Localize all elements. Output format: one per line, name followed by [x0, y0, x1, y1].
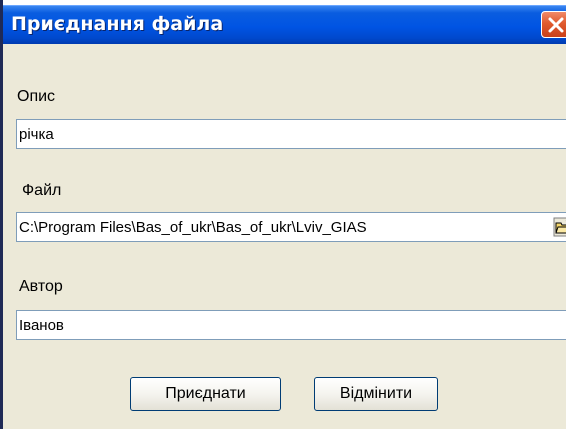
author-label: Автор	[19, 278, 63, 295]
file-label: Файл	[22, 182, 62, 199]
title-bar[interactable]: Приєднання файла	[3, 5, 566, 44]
file-path-field[interactable]: C:\Program Files\Bas_of_ukr\Bas_of_ukr\L…	[16, 212, 566, 242]
author-field[interactable]: Іванов	[16, 310, 566, 340]
attach-file-dialog: Приєднання файла Опис річка Файл C:\Prog…	[3, 5, 566, 429]
close-button[interactable]	[541, 11, 566, 38]
author-value: Іванов	[19, 317, 64, 334]
dialog-title: Приєднання файла	[11, 13, 224, 35]
screen: Приєднання файла Опис річка Файл C:\Prog…	[0, 0, 566, 429]
cancel-button[interactable]: Відмінити	[314, 377, 438, 411]
attach-button[interactable]: Приєднати	[130, 377, 281, 411]
file-path-value: C:\Program Files\Bas_of_ukr\Bas_of_ukr\L…	[19, 219, 367, 236]
open-folder-icon[interactable]	[553, 217, 566, 237]
description-label: Опис	[17, 88, 56, 105]
description-value: річка	[19, 126, 54, 143]
description-field[interactable]: річка	[16, 119, 566, 149]
close-icon	[548, 17, 564, 33]
